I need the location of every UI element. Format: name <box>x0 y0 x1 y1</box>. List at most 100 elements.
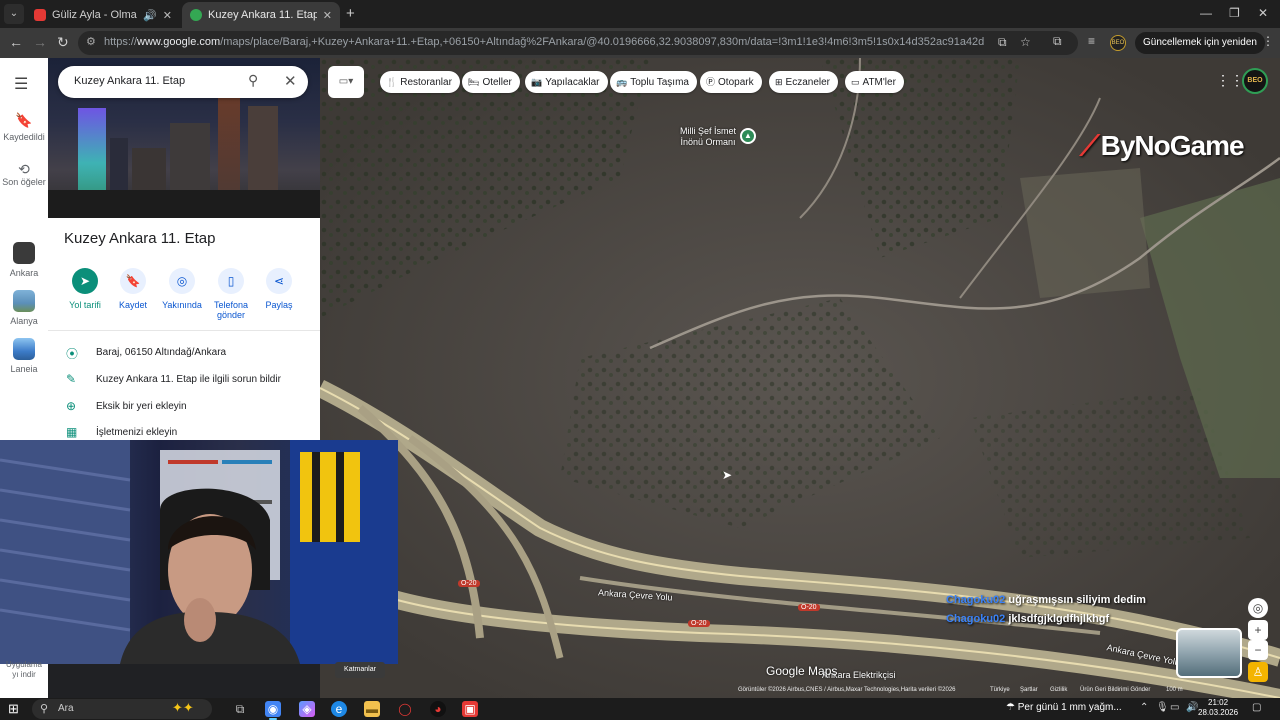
extensions-icon[interactable]: ⧉ <box>1053 34 1062 49</box>
chip-parking[interactable]: Ⓟ Otopark <box>700 71 762 93</box>
browser-menu-icon[interactable]: ⋮ <box>1262 34 1274 48</box>
network-icon[interactable]: ▭ <box>1170 702 1179 713</box>
taskbar-search[interactable]: ⚲ Ara ✦✦ <box>32 699 212 719</box>
opera-gx-icon[interactable]: ◯ <box>397 701 413 717</box>
alanya-thumbnail <box>13 290 35 312</box>
rail-item-label: Laneia <box>10 364 38 374</box>
hotel-icon: 🛏 <box>468 77 480 87</box>
address-bar[interactable]: ⚙ https://www.google.com/maps/place/Bara… <box>78 31 1078 55</box>
webcam-overlay <box>0 440 398 664</box>
forward-icon[interactable]: → <box>33 34 47 50</box>
rail-item-recent[interactable]: ⟲ Son öğeler <box>0 161 48 187</box>
weather-widget[interactable]: ☂ Per günü 1 mm yağm... <box>1006 702 1122 713</box>
url-text[interactable]: https://www.google.com/maps/place/Baraj,… <box>104 36 984 48</box>
streaming-app-icon[interactable]: ▣ <box>462 701 478 717</box>
hamburger-menu-icon[interactable]: ☰ <box>14 74 28 94</box>
zoom-out-icon[interactable]: − <box>1248 640 1268 660</box>
file-explorer-icon[interactable]: ▬ <box>364 701 380 717</box>
chip-restaurants[interactable]: 🍴 Restoranlar <box>380 71 460 93</box>
streamer-webcam-image <box>0 440 398 664</box>
speaker-icon[interactable]: 🔊 <box>143 9 157 22</box>
address-text: Baraj, 06150 Altındağ/Ankara <box>96 347 227 358</box>
region-link[interactable]: Türkiye <box>990 687 1010 693</box>
media-control-icon[interactable]: ≡ <box>1088 34 1095 48</box>
minimize-icon[interactable]: — <box>1200 6 1212 20</box>
chip-atms[interactable]: ▭ ATM'ler <box>845 71 904 93</box>
tab-music[interactable]: Güliz Ayla - Olmazsan Olma 🔊 ✕ <box>26 2 180 28</box>
chip-label: Oteller <box>482 77 512 88</box>
chip-label: Otopark <box>718 77 754 88</box>
layers-button[interactable]: Katmanlar <box>335 662 385 678</box>
park-pin-icon[interactable]: ▲ <box>740 128 756 144</box>
tab-maps[interactable]: Kuzey Ankara 11. Etap - Google ✕ <box>182 2 340 28</box>
chrome-icon[interactable]: ◉ <box>265 701 281 720</box>
search-box[interactable]: Kuzey Ankara 11. Etap ⚲ ✕ <box>58 66 308 98</box>
windows-start-icon[interactable]: ⊞ <box>8 701 19 717</box>
rail-item-ankara[interactable]: Ankara <box>0 242 48 278</box>
laneia-thumbnail <box>13 338 35 360</box>
road-shield: O-20 <box>798 604 820 611</box>
restore-icon[interactable]: ❐ <box>1229 6 1240 20</box>
layer-toggle-button[interactable]: ▭▾ <box>328 66 364 98</box>
satellite-map[interactable]: ▭▾ 🍴 Restoranlar 🛏 Oteller 📷 Yapılacaklar 🚌… <box>320 58 1280 698</box>
feedback-link[interactable]: Ürün Geri Bildirimi Gönder <box>1080 687 1150 693</box>
new-tab-icon[interactable]: + <box>346 5 355 22</box>
history-icon: ⟲ <box>18 161 30 177</box>
save-button[interactable]: 🔖 Kaydet <box>108 268 158 310</box>
account-avatar[interactable]: BEO <box>1242 68 1268 94</box>
share-button[interactable]: ⋖ Paylaş <box>254 268 304 310</box>
update-restart-button[interactable]: Güncellemek için yeniden başlat <box>1135 32 1265 70</box>
report-issue-row[interactable]: ✎ Kuzey Ankara 11. Etap ile ilgili sorun… <box>48 366 320 392</box>
chip-things-to-do[interactable]: 📷 Yapılacaklar <box>525 71 608 93</box>
directions-button[interactable]: ➤ Yol tarifi <box>60 268 110 310</box>
scale-bar[interactable]: 100 m <box>1166 687 1183 693</box>
extension-badge[interactable]: BEO <box>1110 35 1126 51</box>
add-business-row[interactable]: ▦ İşletmenizi ekleyin <box>48 419 320 440</box>
search-icon[interactable]: ⚲ <box>248 72 258 89</box>
chip-hotels[interactable]: 🛏 Oteller <box>462 71 520 93</box>
notifications-icon[interactable]: ▢ <box>1252 702 1261 713</box>
obs-icon[interactable]: ◕ <box>430 701 446 717</box>
microphone-icon[interactable]: 🎙 <box>1156 702 1169 713</box>
zoom-in-icon[interactable]: + <box>1248 620 1268 640</box>
edge-icon[interactable]: e <box>331 701 347 717</box>
action-label: Paylaş <box>265 300 293 310</box>
pegman-icon[interactable]: ♙ <box>1248 662 1268 682</box>
copilot-icon[interactable]: ◈ <box>299 701 315 717</box>
terms-link[interactable]: Şartlar <box>1020 687 1038 693</box>
chip-transit[interactable]: 🚌 Toplu Taşıma <box>610 71 697 93</box>
directions-icon: ➤ <box>72 268 98 294</box>
send-to-phone-button[interactable]: ▯ Telefona gönder <box>206 268 256 320</box>
close-tab-icon[interactable]: ✕ <box>323 9 332 22</box>
poi-label[interactable]: Milli Şef İsmet İnönü Ormanı <box>676 126 740 148</box>
privacy-link[interactable]: Gizlilik <box>1050 687 1067 693</box>
bookmark-icon: 🔖 <box>120 268 146 294</box>
add-missing-place-row[interactable]: ⊕ Eksik bir yeri ekleyin <box>48 393 320 419</box>
site-info-icon[interactable]: ⚙ <box>86 35 96 48</box>
system-clock[interactable]: 21:02 28.03.2026 <box>1198 698 1238 718</box>
back-icon[interactable]: ← <box>9 34 23 50</box>
rail-item-label: Ankara <box>9 268 39 278</box>
search-input[interactable]: Kuzey Ankara 11. Etap <box>74 75 185 87</box>
close-window-icon[interactable]: ✕ <box>1258 6 1268 20</box>
reload-icon[interactable]: ↻ <box>57 34 69 51</box>
close-tab-icon[interactable]: ✕ <box>163 9 172 22</box>
volume-icon[interactable]: 🔊 <box>1186 702 1198 713</box>
rail-item-alanya[interactable]: Alanya <box>0 290 48 326</box>
street-view-thumbnail[interactable] <box>1176 628 1242 678</box>
task-view-icon[interactable]: ⧉ <box>232 701 248 717</box>
nearby-button[interactable]: ◎ Yakınında <box>157 268 207 310</box>
bookmark-star-icon[interactable]: ☆ <box>1020 35 1031 49</box>
rail-item-saved[interactable]: 🔖 Kaydedildi <box>0 112 48 142</box>
tray-overflow-icon[interactable]: ⌃ <box>1140 702 1148 713</box>
my-location-icon[interactable]: ◎ <box>1248 598 1268 618</box>
bynogame-logo-icon: ⟋ <box>1080 130 1100 161</box>
share-icon: ⋖ <box>266 268 292 294</box>
clear-search-icon[interactable]: ✕ <box>284 72 297 90</box>
address-row[interactable]: ⦿ Baraj, 06150 Altındağ/Ankara <box>48 339 320 365</box>
install-app-icon[interactable]: ⧉ <box>998 35 1007 50</box>
download-app-link[interactable]: Uygulama yı indir <box>2 660 46 680</box>
chip-pharmacies[interactable]: ⊞ Eczaneler <box>769 71 839 93</box>
tab-search-dropdown-icon[interactable]: ⌄ <box>4 4 24 24</box>
rail-item-laneia[interactable]: Laneia <box>0 338 48 374</box>
